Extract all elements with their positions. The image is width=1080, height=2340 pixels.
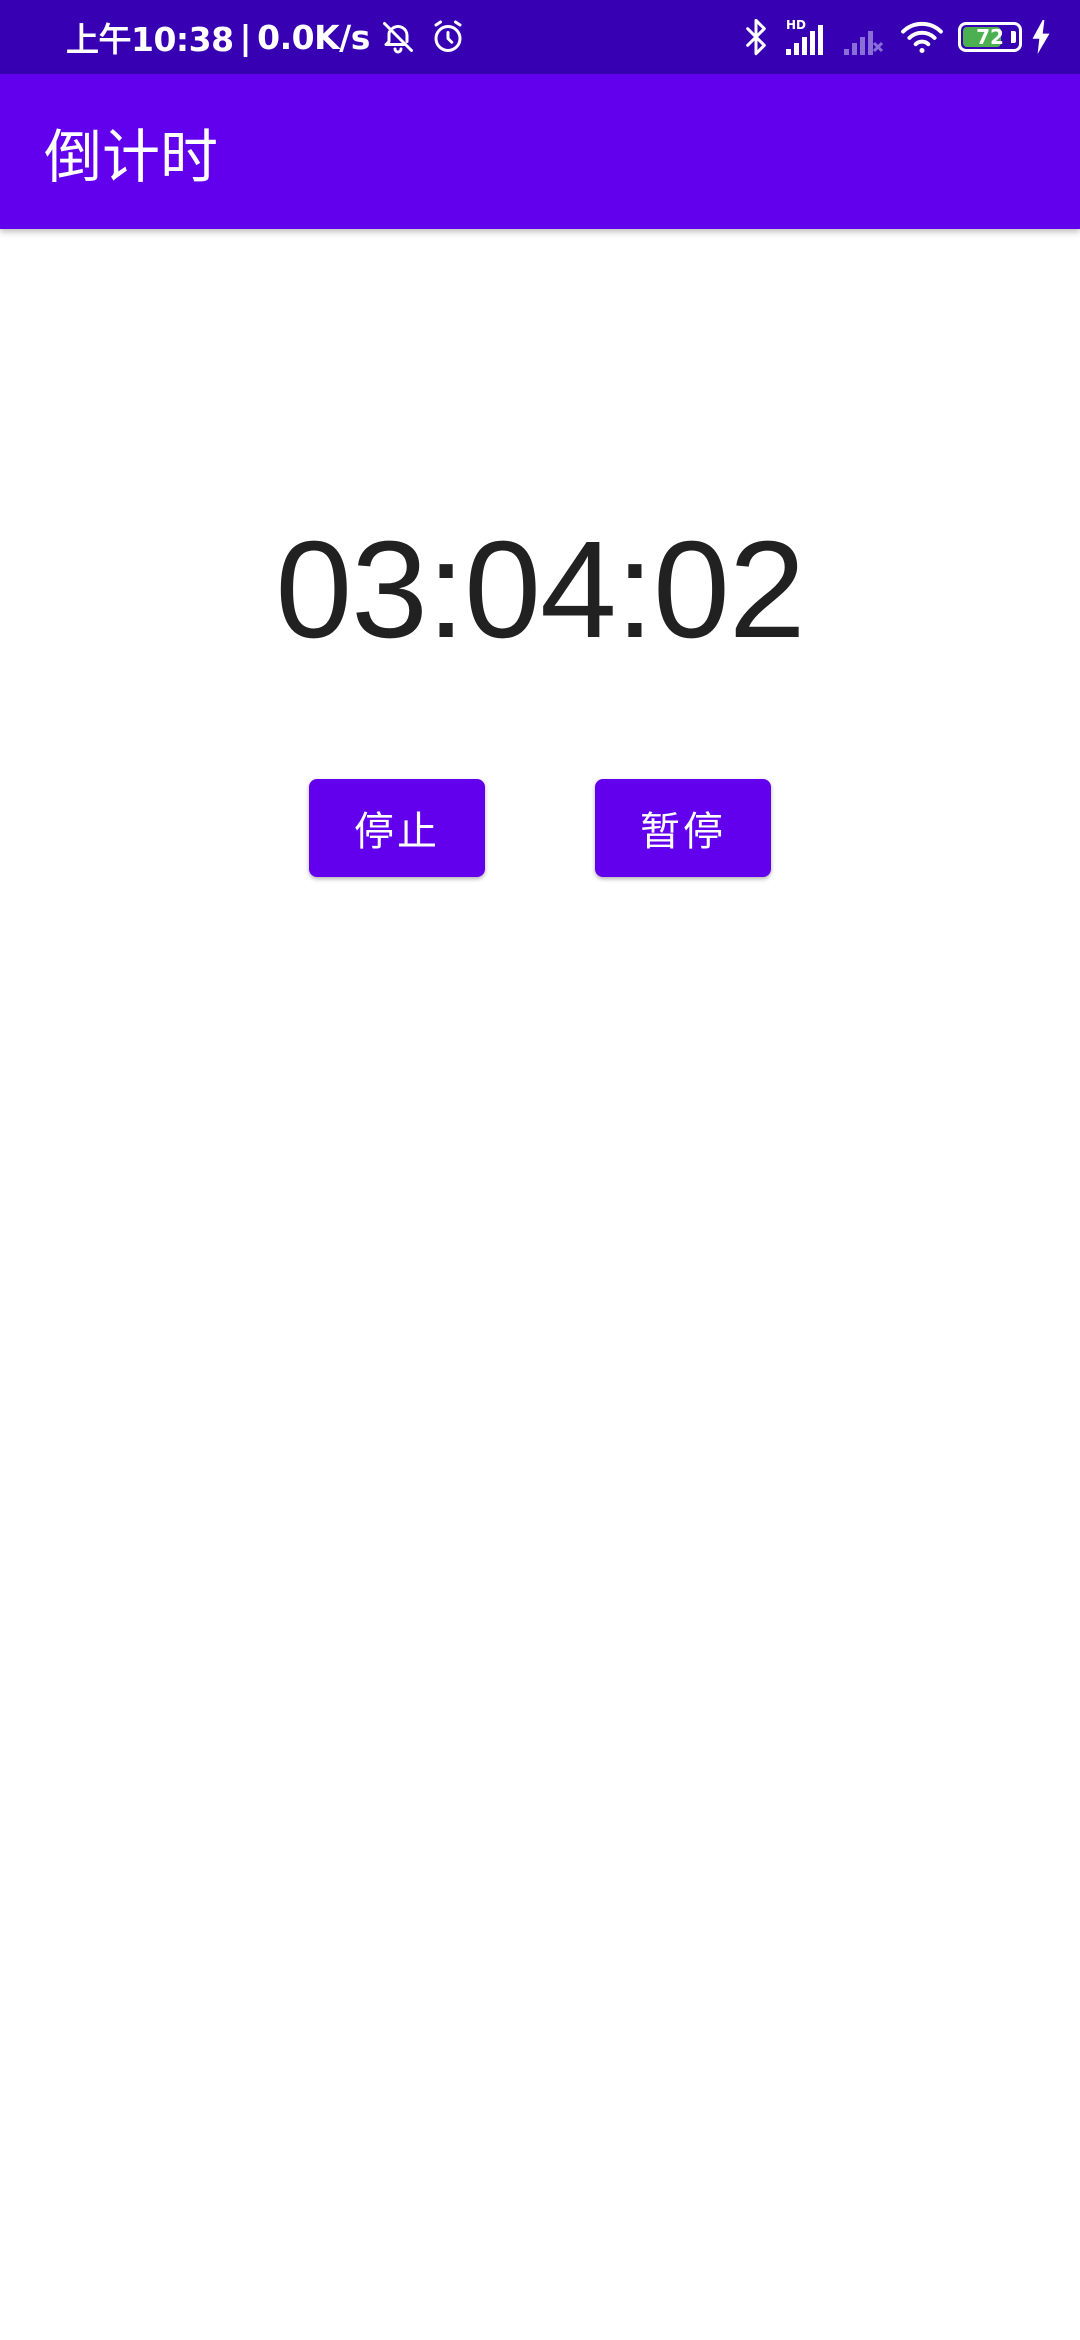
status-right: HD 72 [742, 0, 1052, 74]
battery-icon: 72 [958, 13, 1022, 61]
app-title: 倒计时 [44, 122, 219, 191]
countdown-display: 03:04:02 [275, 512, 805, 667]
status-separator: | [239, 17, 252, 57]
pause-button[interactable]: 暂停 [595, 779, 771, 877]
bell-off-icon [376, 15, 420, 59]
signal-hd-label: HD [786, 18, 806, 32]
screen: 上午10:38 | 0.0K/s HD 72 倒计时 03:04:02 停止 暂… [0, 0, 1080, 2340]
charging-icon [1030, 13, 1052, 61]
signal-no-service-icon [842, 13, 886, 61]
app-bar: 倒计时 [0, 74, 1080, 229]
battery-body: 72 [958, 22, 1022, 52]
wifi-icon [900, 13, 944, 61]
signal-hd-icon: HD [784, 13, 828, 61]
status-time: 上午10:38 [66, 20, 234, 59]
alarm-icon [426, 15, 470, 59]
network-speed: 0.0K/s [257, 17, 370, 57]
stop-button[interactable]: 停止 [309, 779, 485, 877]
status-bar: 上午10:38 | 0.0K/s HD 72 [0, 0, 1080, 74]
status-left: 上午10:38 | 0.0K/s [66, 0, 470, 74]
battery-level: 72 [976, 25, 1004, 49]
bluetooth-icon [742, 13, 770, 61]
